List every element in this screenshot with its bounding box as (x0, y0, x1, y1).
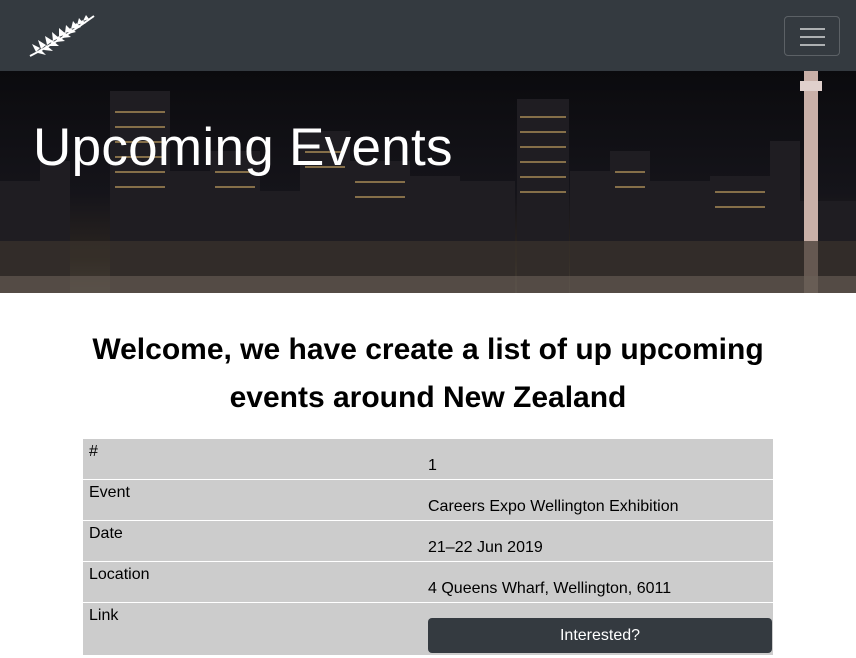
welcome-heading: Welcome, we have create a list of up upc… (92, 333, 764, 414)
hero-banner: Upcoming Events (0, 71, 856, 293)
event-number: 1 (428, 457, 437, 474)
silver-fern-icon (29, 15, 95, 57)
event-details-table: # 1 Event Careers Expo Wellington Exhibi… (83, 439, 773, 655)
table-row: Link Interested? (83, 603, 773, 655)
navbar-toggler-button[interactable] (784, 16, 840, 56)
city-skyline-image (0, 71, 856, 293)
event-date: 21–22 Jun 2019 (428, 539, 543, 556)
table-row: Date 21–22 Jun 2019 (83, 521, 773, 562)
row-label: Date (89, 525, 123, 542)
event-name: Careers Expo Wellington Exhibition (428, 498, 679, 515)
row-label: Link (89, 607, 119, 624)
table-row: Location 4 Queens Wharf, Wellington, 601… (83, 562, 773, 603)
navbar (0, 0, 856, 71)
page-title: Upcoming Events (33, 118, 453, 177)
row-label: Location (89, 566, 150, 583)
interested-button[interactable]: Interested? (428, 618, 772, 653)
event-location: 4 Queens Wharf, Wellington, 6011 (428, 580, 672, 597)
table-row: # 1 (83, 439, 773, 480)
hamburger-menu-icon (800, 28, 825, 30)
row-label: Event (89, 484, 130, 501)
table-row: Event Careers Expo Wellington Exhibition (83, 480, 773, 521)
row-label: # (89, 443, 98, 460)
